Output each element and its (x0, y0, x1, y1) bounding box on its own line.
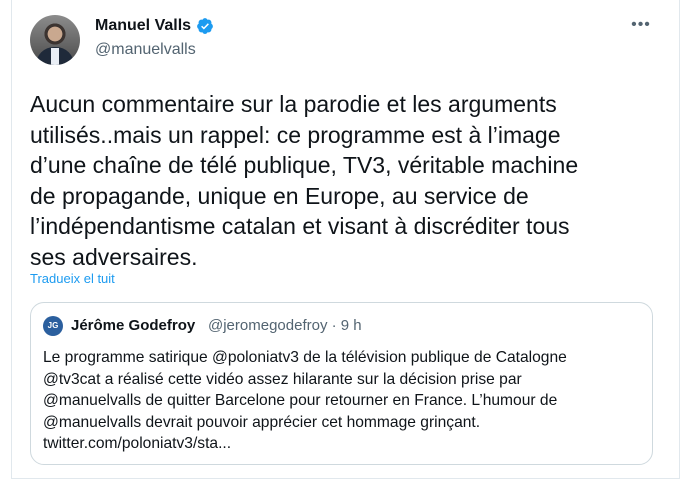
author-handle[interactable]: @manuelvalls (95, 41, 196, 59)
quoted-author-avatar: JG (43, 316, 63, 336)
author-name[interactable]: Manuel Valls (95, 17, 191, 35)
translate-tweet-link[interactable]: Tradueix el tuit (30, 271, 115, 286)
quoted-author-name: Jérôme Godefroy (71, 317, 196, 334)
quoted-tweet[interactable]: JG Jérôme Godefroy @jeromegodefroy · 9 h… (30, 302, 653, 465)
author-avatar[interactable] (30, 15, 80, 65)
quoted-author-handle-time: @jeromegodefroy · 9 h (208, 317, 362, 334)
tweet-text: Aucun commentaire sur la parodie et les … (30, 91, 579, 270)
avatar-shirt (51, 48, 59, 65)
verified-badge-icon (197, 18, 213, 34)
quoted-tweet-text: Le programme satirique @poloniatv3 de la… (43, 349, 567, 453)
more-options-icon[interactable]: ••• (628, 14, 654, 40)
